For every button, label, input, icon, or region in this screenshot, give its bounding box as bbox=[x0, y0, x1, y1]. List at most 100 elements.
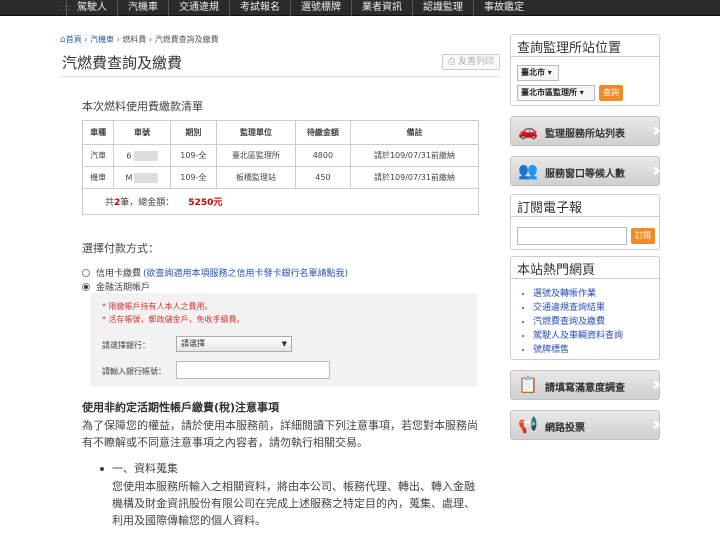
station-list-banner[interactable]: 🚗 監理服務所站列表 ›› bbox=[510, 116, 661, 146]
hot-links-list: 選號及轉帳作業 交通違規查詢結果 汽燃費查詢及繳費 駕駛人及車輛資料查詢 號牌標… bbox=[533, 287, 623, 357]
credit-card-option[interactable]: 信用卡繳費 (欲查詢適用本項服務之信用卡發卡銀行名單請點我) bbox=[82, 266, 348, 279]
hot-link[interactable]: 選號及轉帳作業 bbox=[533, 287, 623, 301]
nav-item-traffic-violations[interactable]: 交通違規 bbox=[168, 0, 229, 16]
nav-item-about[interactable]: 認識監理 bbox=[412, 0, 473, 16]
hot-link[interactable]: 交通違規查詢結果 bbox=[533, 301, 623, 315]
chevron-down-icon: ▾ bbox=[579, 88, 584, 97]
subscribe-button[interactable]: 訂閱 bbox=[631, 228, 655, 244]
column-header: 待繳金額 bbox=[294, 120, 351, 145]
cell-plate: M bbox=[113, 166, 171, 189]
cell-plate: 6 bbox=[113, 144, 171, 167]
office-select-value: 臺北市區監理所 bbox=[521, 88, 577, 97]
column-header: 備註 bbox=[349, 120, 480, 145]
cell-amount: 4800 bbox=[294, 144, 351, 167]
breadcrumb-current: 汽燃費查詢及繳費 bbox=[154, 35, 219, 44]
bill-heading: 本次燃料使用費繳款清單 bbox=[82, 100, 203, 113]
breadcrumb-vehicle[interactable]: 汽機車 bbox=[90, 35, 114, 44]
hot-link[interactable]: 號牌標售 bbox=[533, 343, 623, 357]
survey-icon: 📋 bbox=[518, 375, 538, 394]
terms-item-title-text: 一、資料蒐集 bbox=[112, 462, 178, 475]
note-account-holder: * 限繳帳戶持有人本人之費用。 bbox=[102, 302, 213, 311]
total-amount: 5250元 bbox=[188, 198, 223, 208]
vote-label: 網路投票 bbox=[545, 423, 585, 434]
credit-card-radio[interactable] bbox=[82, 268, 90, 277]
credit-card-label: 信用卡繳費 bbox=[96, 269, 142, 279]
bank-account-option[interactable]: 金融活期帳戶 bbox=[82, 280, 150, 293]
top-navigation: ::: 駕駛人 汽機車 交通違規 考試報名 選號標牌 業者資訊 認識監理 事故鑑… bbox=[0, 0, 720, 16]
cell-type: 機車 bbox=[81, 166, 115, 189]
cell-note: 請於109/07/31前繳納 bbox=[349, 166, 480, 189]
cell-office: 臺北區監理所 bbox=[216, 144, 296, 167]
subscribe-panel: 訂閱電子報 訂閱 bbox=[510, 194, 660, 250]
print-button[interactable]: ⎙ 友善列印 bbox=[442, 54, 500, 70]
plate-text: M bbox=[125, 173, 133, 182]
station-list-label: 監理服務所站列表 bbox=[545, 129, 625, 140]
credit-bank-list-link[interactable]: (欲查詢適用本項服務之信用卡發卡銀行名單請點我) bbox=[143, 266, 348, 279]
hot-link[interactable]: 汽燃費查詢及繳費 bbox=[533, 315, 623, 329]
double-chevron-icon: ›› bbox=[652, 120, 661, 141]
office-select[interactable]: 臺北市區監理所 ▾ bbox=[517, 85, 595, 101]
bank-select-label: 請選擇銀行： bbox=[102, 341, 150, 350]
cell-note: 請於109/07/31前繳納 bbox=[349, 144, 480, 167]
print-label: 友善列印 bbox=[458, 57, 495, 67]
nav-item-vehicles[interactable]: 汽機車 bbox=[117, 0, 168, 16]
bullet-icon bbox=[100, 467, 104, 471]
total-prefix: 共 bbox=[105, 198, 115, 208]
nav-item-exam-registration[interactable]: 考試報名 bbox=[229, 0, 290, 16]
print-icon: ⎙ bbox=[447, 57, 459, 67]
title-divider bbox=[60, 76, 500, 77]
account-input-label: 請輸入銀行帳號： bbox=[102, 367, 166, 376]
bank-account-radio[interactable] bbox=[82, 282, 90, 291]
total-cell: 共2筆，總金額： 5250元 bbox=[82, 188, 479, 215]
queue-banner[interactable]: 👥 服務窗口等候人數 ›› bbox=[510, 156, 661, 186]
terms-heading: 使用非約定活期性帳戶繳費(稅)注意事項 bbox=[82, 401, 280, 414]
breadcrumb-fuel: 燃料費 bbox=[122, 35, 147, 44]
double-chevron-icon: ›› bbox=[652, 414, 661, 435]
subscribe-panel-title: 訂閱電子報 bbox=[511, 195, 659, 217]
bank-select[interactable]: 請選擇 ▼ bbox=[176, 336, 292, 352]
nav-item-drivers[interactable]: 駕駛人 bbox=[66, 0, 117, 16]
double-chevron-icon: ›› bbox=[652, 374, 661, 395]
payment-heading: 選擇付款方式： bbox=[82, 242, 159, 255]
station-query-button[interactable]: 查詢 bbox=[599, 85, 623, 101]
total-mid: 筆，總金額： bbox=[120, 198, 175, 208]
city-select[interactable]: 臺北市 ▾ bbox=[517, 65, 559, 81]
nav-item-accident[interactable]: 事故鑑定 bbox=[473, 0, 534, 16]
cell-period: 109-全 bbox=[169, 166, 218, 189]
megaphone-icon: 📢 bbox=[518, 415, 538, 434]
station-location-panel: 查詢監理所站位置 臺北市 ▾ 臺北市區監理所 ▾ 查詢 bbox=[510, 34, 660, 106]
column-header: 監理單位 bbox=[216, 120, 296, 145]
bill-table: 車種 車號 期別 監理單位 待繳金額 備註 汽車 6 109-全 臺北區監理所 … bbox=[81, 120, 480, 215]
table-row: 機車 M 109-全 板橋監理站 450 請於109/07/31前繳納 bbox=[81, 166, 480, 189]
chevron-down-icon: ▾ bbox=[547, 68, 552, 77]
column-header: 車號 bbox=[113, 120, 171, 145]
account-number-input[interactable] bbox=[176, 361, 330, 379]
survey-banner[interactable]: 📋 請填寫滿意度調查 ›› bbox=[510, 370, 661, 400]
breadcrumb-home[interactable]: 首頁 bbox=[66, 35, 82, 44]
nav-item-business-info[interactable]: 業者資訊 bbox=[351, 0, 412, 16]
masked-plate bbox=[134, 172, 159, 183]
bank-account-label: 金融活期帳戶 bbox=[96, 283, 151, 293]
table-total-row: 共2筆，總金額： 5250元 bbox=[82, 188, 479, 215]
table-header-row: 車種 車號 期別 監理單位 待繳金額 備註 bbox=[81, 120, 480, 145]
email-field[interactable] bbox=[517, 227, 627, 245]
hot-pages-panel: 本站熱門網頁 選號及轉帳作業 交通違規查詢結果 汽燃費查詢及繳費 駕駛人及車輛資… bbox=[510, 256, 660, 360]
bank-account-panel: * 限繳帳戶持有人本人之費用。 * 活存帳號，郵政儲金戶，免收手續費。 請選擇銀… bbox=[90, 293, 477, 387]
city-select-value: 臺北市 bbox=[521, 68, 545, 77]
column-header: 車種 bbox=[81, 120, 115, 145]
car-icon: 🚗 bbox=[518, 121, 538, 140]
survey-label: 請填寫滿意度調查 bbox=[545, 383, 625, 394]
nav-item-plate-selection[interactable]: 選號標牌 bbox=[290, 0, 351, 16]
bank-select-value: 請選擇 bbox=[181, 339, 205, 348]
breadcrumb: ⌂首頁 › 汽機車 › 燃料費 › 汽燃費查詢及繳費 bbox=[60, 35, 219, 45]
cell-office: 板橋監理站 bbox=[216, 166, 296, 189]
hot-link[interactable]: 駕駛人及車輛資料查詢 bbox=[533, 329, 623, 343]
hot-pages-title: 本站熱門網頁 bbox=[511, 257, 659, 279]
cell-amount: 450 bbox=[294, 166, 351, 189]
note-fee-waiver: * 活存帳號，郵政儲金戶，免收手續費。 bbox=[102, 315, 245, 324]
cell-period: 109-全 bbox=[169, 144, 218, 167]
vote-banner[interactable]: 📢 網路投票 ›› bbox=[510, 410, 661, 440]
terms-intro: 為了保障您的權益，請於使用本服務前，詳細閱讀下列注意事項，若您對本服務尚有不瞭解… bbox=[82, 419, 478, 449]
terms-item-title: 一、資料蒐集 bbox=[100, 460, 178, 476]
page-title: 汽燃費查詢及繳費 bbox=[62, 54, 183, 72]
